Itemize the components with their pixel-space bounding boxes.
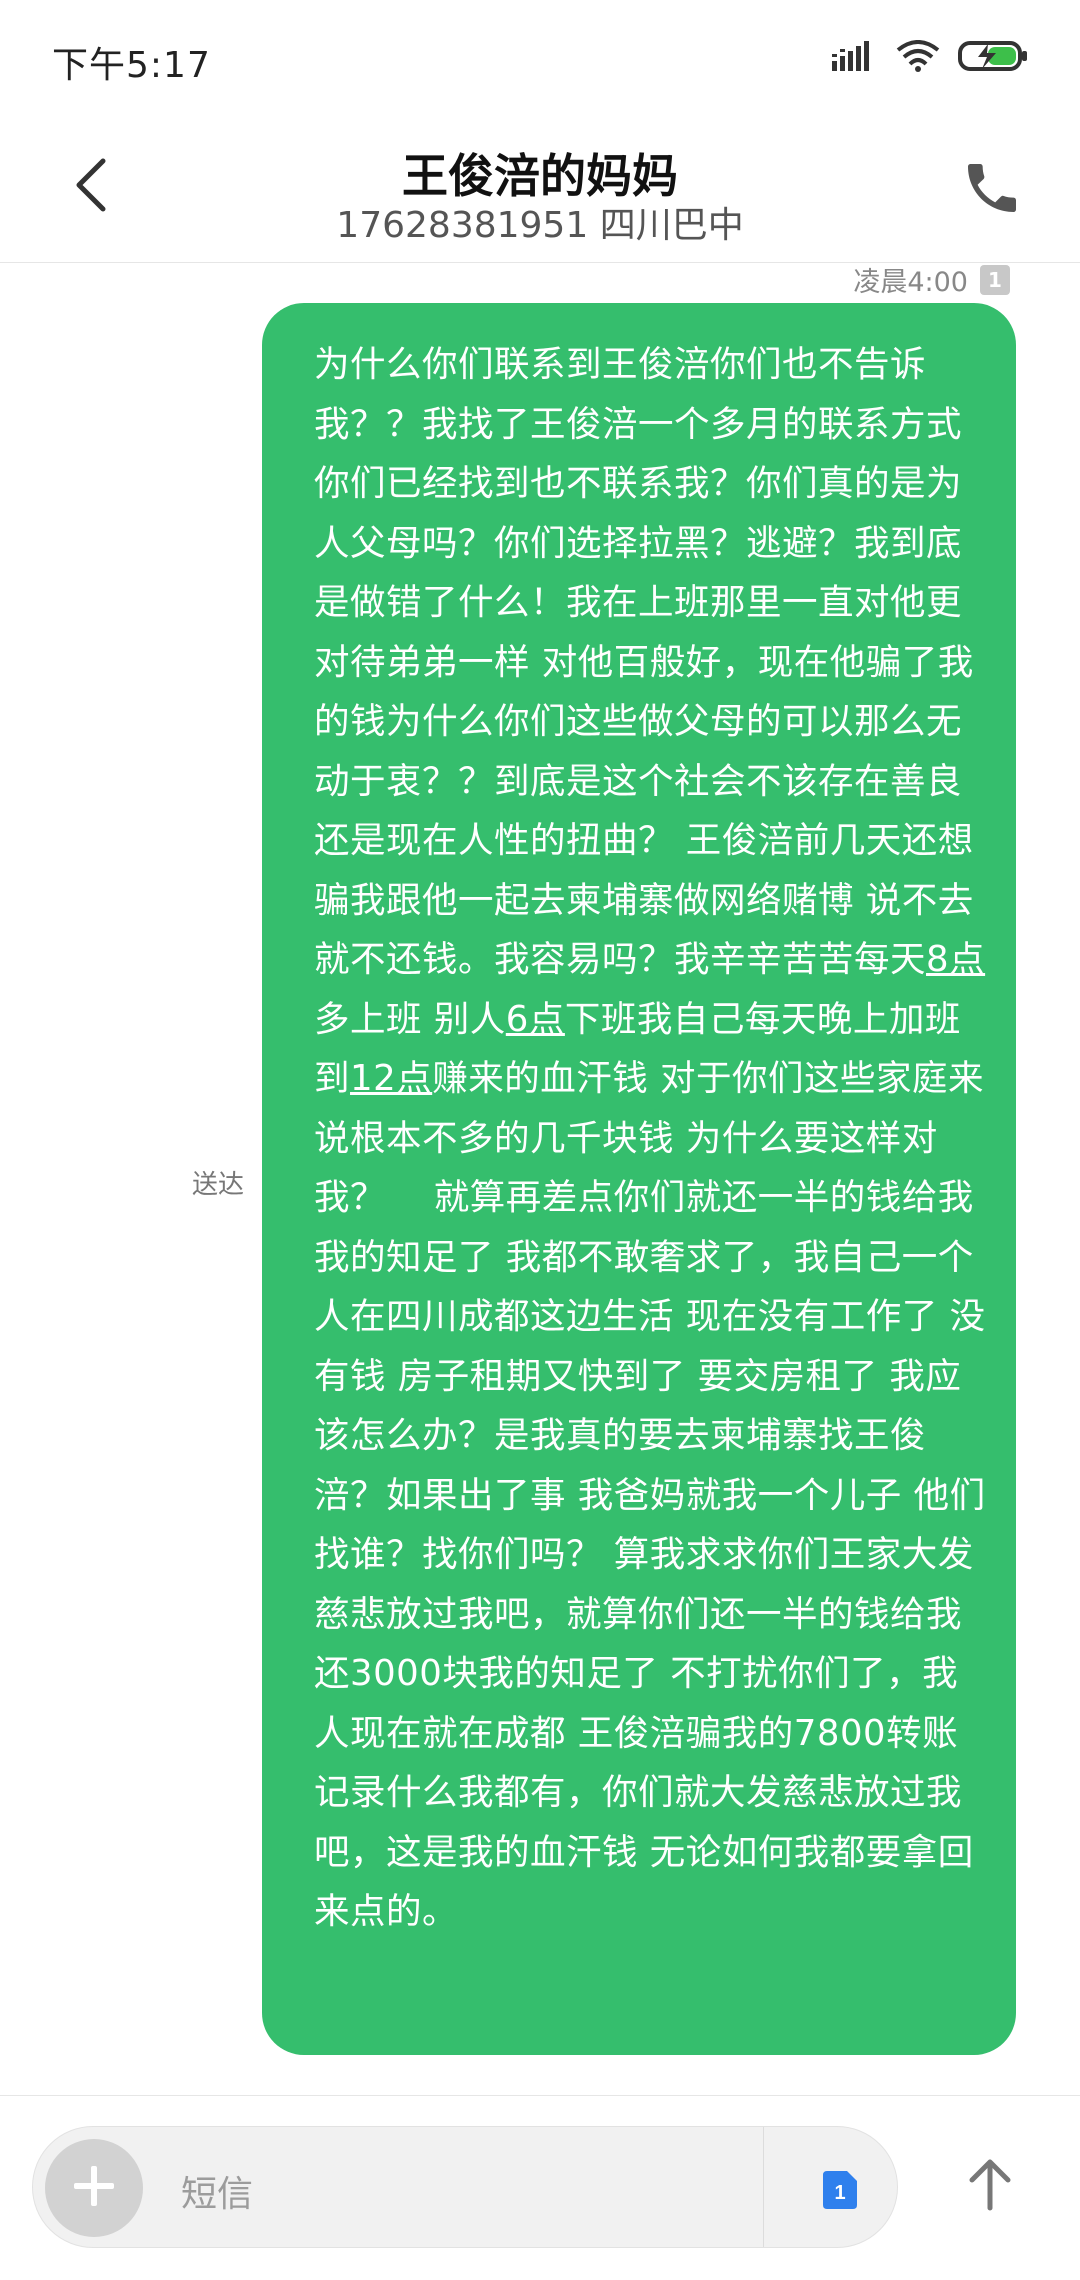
- conversation-header: 王俊涪的妈妈 17628381951 四川巴中: [0, 110, 1080, 263]
- sms-input[interactable]: 短信: [181, 2165, 253, 2217]
- call-button[interactable]: [960, 156, 1024, 220]
- status-bar: 下午5:17: [0, 0, 1080, 110]
- battery-charging-icon: [958, 40, 1030, 76]
- message-timestamp: 凌晨4:00: [853, 267, 968, 298]
- contact-subtitle: 17628381951 四川巴中: [336, 205, 744, 246]
- message-text: 为什么你们联系到王俊涪你们也不告诉我？？我找了王俊涪一个多月的联系方式 你们已经…: [314, 344, 986, 1932]
- signal-icon: [832, 41, 878, 75]
- plus-icon: [72, 2164, 116, 2212]
- compose-field-container: 短信 1: [32, 2126, 898, 2248]
- status-time: 下午5:17: [52, 45, 211, 86]
- sim-select-button[interactable]: 1: [823, 2171, 857, 2209]
- status-icons: [832, 40, 1030, 76]
- message-link-time[interactable]: 12点: [350, 1058, 432, 1099]
- add-attachment-button[interactable]: [45, 2139, 143, 2237]
- message-link-time[interactable]: 8点: [926, 939, 985, 980]
- arrow-up-icon: [966, 2156, 1014, 2216]
- compose-bar: 短信 1: [0, 2095, 1080, 2280]
- phone-icon: [960, 164, 1024, 224]
- divider: [763, 2127, 764, 2247]
- message-link-time[interactable]: 6点: [506, 999, 565, 1040]
- message-timestamp-row: 凌晨4:00 1: [853, 260, 1010, 299]
- send-button[interactable]: [950, 2136, 1030, 2236]
- sim-select-label: 1: [834, 2182, 845, 2204]
- outgoing-message-bubble[interactable]: 为什么你们联系到王俊涪你们也不告诉我？？我找了王俊涪一个多月的联系方式 你们已经…: [262, 303, 1016, 2055]
- delivery-status: 送达: [192, 1170, 245, 1200]
- wifi-icon: [896, 40, 940, 76]
- sim-badge: 1: [980, 264, 1010, 295]
